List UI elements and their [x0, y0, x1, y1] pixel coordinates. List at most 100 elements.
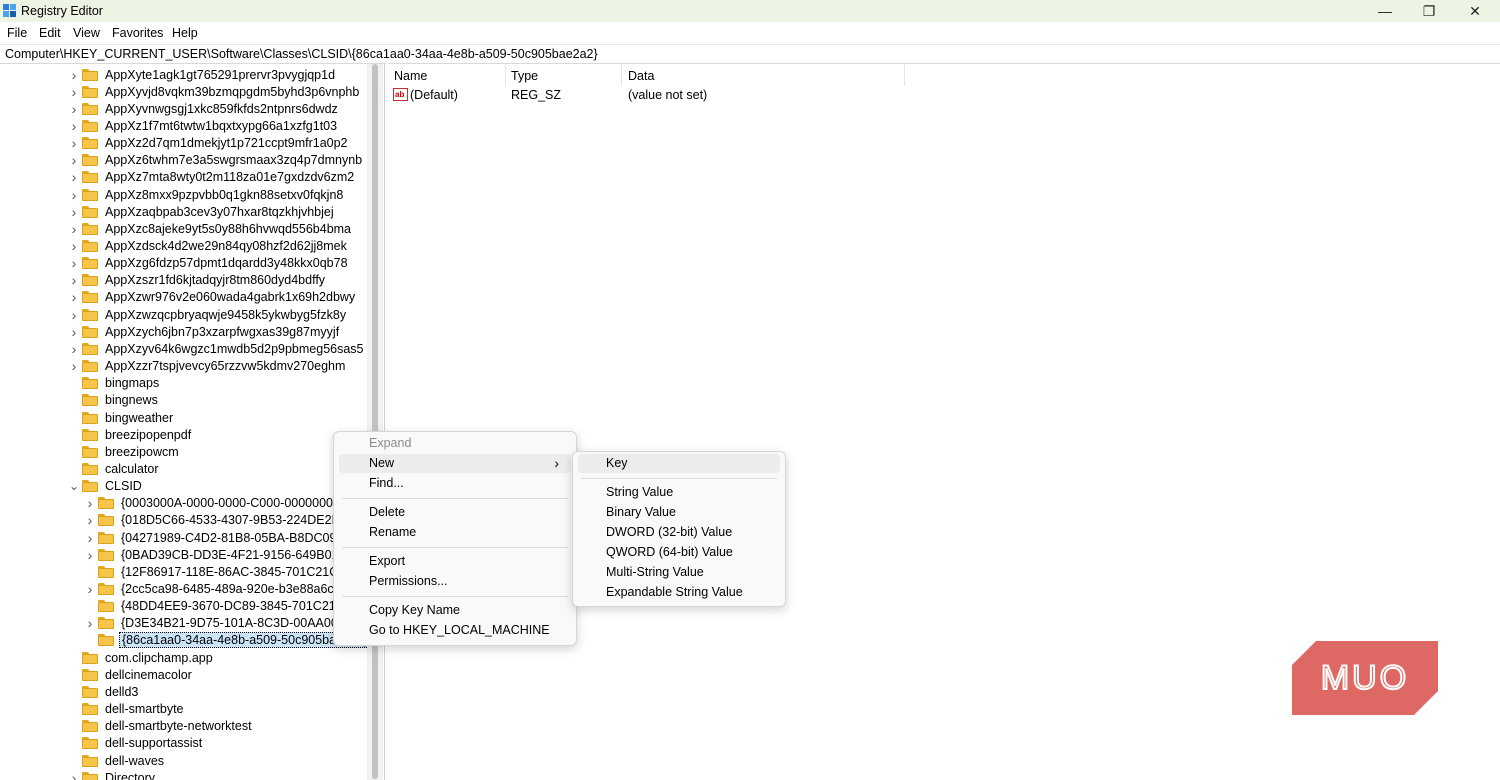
submenu-item-expandable-string-value[interactable]: Expandable String Value — [578, 583, 780, 602]
tree-item[interactable]: dellcinemacolor — [68, 666, 194, 683]
submenu-item-multi-string-value[interactable]: Multi-String Value — [578, 563, 780, 582]
tree-item[interactable]: com.clipchamp.app — [68, 649, 215, 666]
menu-item-find[interactable]: Find... — [339, 474, 571, 493]
chevron-right-icon[interactable]: › — [84, 546, 96, 563]
submenu-item-string-value[interactable]: String Value — [578, 483, 780, 502]
tree-item[interactable]: › AppXz2d7qm1dmekjyt1p721ccpt9mfr1a0p2 — [68, 135, 350, 152]
folder-icon — [82, 308, 98, 321]
tree-scrollbar[interactable] — [367, 64, 383, 780]
chevron-right-icon[interactable]: › — [68, 340, 80, 357]
value-name: (Default) — [410, 88, 458, 102]
menu-edit[interactable]: Edit — [39, 26, 61, 40]
chevron-right-icon[interactable]: › — [68, 66, 80, 83]
column-divider[interactable] — [621, 64, 622, 86]
tree-item[interactable]: › Directory — [68, 769, 157, 780]
tree-item[interactable]: calculator — [68, 460, 161, 477]
tree-scrollbar-thumb[interactable] — [372, 64, 378, 779]
tree-item[interactable]: › AppXzc8ajeke9yt5s0y88h6hvwqd556b4bma — [68, 220, 353, 237]
tree-item[interactable]: › AppXzszr1fd6kjtadqyjr8tm860dyd4bdffy — [68, 272, 327, 289]
tree-item[interactable]: › AppXzyv64k6wgzc1mwdb5d2p9pbmeg56sas5 — [68, 340, 366, 357]
tree-item[interactable]: {86ca1aa0-34aa-4e8b-a509-50c905bae2a2} — [84, 632, 372, 649]
tree-item[interactable]: › AppXz1f7mt6twtw1bqxtxypg66a1xzfg1t03 — [68, 117, 339, 134]
chevron-right-icon[interactable]: › — [68, 100, 80, 117]
chevron-right-icon[interactable]: › — [68, 323, 80, 340]
column-header-type[interactable]: Type — [511, 69, 538, 83]
tree-item[interactable]: bingnews — [68, 392, 160, 409]
tree-item[interactable]: › AppXzzr7tspjvevcy65rzzvw5kdmv270eghm — [68, 358, 347, 375]
column-header-data[interactable]: Data — [628, 69, 654, 83]
menu-favorites[interactable]: Favorites — [112, 26, 163, 40]
chevron-right-icon[interactable]: › — [68, 220, 80, 237]
menu-item-rename[interactable]: Rename — [339, 523, 571, 542]
close-button[interactable]: ✕ — [1452, 0, 1498, 22]
tree-item[interactable]: › AppXzg6fdzp57dpmt1dqardd3y48kkx0qb78 — [68, 255, 350, 272]
chevron-right-icon[interactable]: › — [84, 615, 96, 632]
menu-file[interactable]: File — [7, 26, 27, 40]
column-header-name[interactable]: Name — [394, 69, 427, 83]
tree-item[interactable]: delld3 — [68, 683, 140, 700]
column-divider[interactable] — [904, 64, 905, 86]
menu-item-expand[interactable]: Expand — [339, 434, 571, 453]
menu-item-new[interactable]: New › — [339, 454, 571, 473]
chevron-right-icon[interactable]: › — [68, 358, 80, 375]
chevron-right-icon[interactable]: › — [68, 152, 80, 169]
chevron-right-icon[interactable]: › — [68, 83, 80, 100]
tree-item[interactable]: › AppXyvnwgsgj1xkc859fkfds2ntpnrs6dwdz — [68, 100, 340, 117]
tree-item[interactable]: dell-waves — [68, 752, 166, 769]
chevron-right-icon[interactable]: › — [68, 135, 80, 152]
tree-item[interactable]: › {0003000A-0000-0000-C000-000000000046} — [84, 495, 374, 512]
menu-item-delete[interactable]: Delete — [339, 503, 571, 522]
menu-item-export[interactable]: Export — [339, 552, 571, 571]
tree-item[interactable]: › AppXzwr976v2e060wada4gabrk1x69h2dbwy — [68, 289, 357, 306]
submenu-item-dword-value[interactable]: DWORD (32-bit) Value — [578, 523, 780, 542]
tree-item[interactable]: › AppXz8mxx9pzpvbb0q1gkn88setxv0fqkjn8 — [68, 186, 345, 203]
tree-item[interactable]: › AppXzdsck4d2we29n84qy08hzf2d62jj8mek — [68, 238, 349, 255]
column-divider[interactable] — [505, 64, 506, 86]
chevron-right-icon[interactable]: › — [68, 272, 80, 289]
tree-item[interactable]: bingmaps — [68, 375, 161, 392]
tree-item[interactable]: breezipowcm — [68, 443, 181, 460]
tree-item[interactable]: bingweather — [68, 409, 175, 426]
chevron-right-icon[interactable]: › — [84, 512, 96, 529]
menu-help[interactable]: Help — [172, 26, 198, 40]
menu-item-go-to-hklm[interactable]: Go to HKEY_LOCAL_MACHINE — [339, 621, 571, 640]
submenu-item-key[interactable]: Key — [578, 454, 780, 473]
chevron-right-icon[interactable]: › — [68, 117, 80, 134]
chevron-right-icon[interactable]: › — [84, 495, 96, 512]
tree-item[interactable]: dell-smartbyte-networktest — [68, 718, 254, 735]
chevron-right-icon[interactable]: › — [68, 306, 80, 323]
submenu-item-qword-value[interactable]: QWORD (64-bit) Value — [578, 543, 780, 562]
menu-item-permissions[interactable]: Permissions... — [339, 572, 571, 591]
tree-item[interactable]: › AppXz7mta8wty0t2m118za01e7gxdzdv6zm2 — [68, 169, 356, 186]
address-bar[interactable]: Computer\HKEY_CURRENT_USER\Software\Clas… — [0, 44, 1500, 63]
submenu-item-binary-value[interactable]: Binary Value — [578, 503, 780, 522]
chevron-right-icon[interactable]: › — [84, 581, 96, 598]
tree-item[interactable]: › AppXz6twhm7e3a5swgrsmaax3zq4p7dmnynb — [68, 152, 364, 169]
minimize-icon: — — [1378, 3, 1392, 19]
tree-item[interactable]: › AppXzwzqcpbryaqwje9458k5ykwbyg5fzk8y — [68, 306, 348, 323]
menu-item-copy-key-name[interactable]: Copy Key Name — [339, 601, 571, 620]
chevron-right-icon[interactable]: › — [68, 289, 80, 306]
chevron-right-icon[interactable]: › — [68, 186, 80, 203]
chevron-right-icon[interactable]: › — [84, 529, 96, 546]
tree-item[interactable]: ⌄ CLSID — [68, 478, 144, 495]
menu-view[interactable]: View — [73, 26, 100, 40]
chevron-right-icon[interactable]: › — [68, 203, 80, 220]
tree-item[interactable]: dell-supportassist — [68, 735, 204, 752]
tree-item[interactable]: › AppXyte1agk1gt765291prervr3pvygjqp1d — [68, 66, 337, 83]
key-tree-pane[interactable]: › Directory dell-waves dell-supportassist de… — [0, 63, 385, 780]
tree-item[interactable]: dell-smartbyte — [68, 701, 186, 718]
tree-item-label: AppXyvjd8vqkm39bzmqpgdm5byhd3p6vnphb — [105, 84, 360, 99]
minimize-button[interactable]: — — [1362, 0, 1408, 22]
chevron-right-icon[interactable]: › — [68, 255, 80, 272]
tree-item[interactable]: › AppXzych6jbn7p3xzarpfwgxas39g87myyjf — [68, 323, 341, 340]
chevron-right-icon[interactable]: › — [68, 238, 80, 255]
chevron-right-icon[interactable]: › — [68, 769, 80, 780]
tree-item[interactable]: › {2cc5ca98-6485-489a-920e-b3e88a6ccce3} — [84, 581, 366, 598]
tree-item[interactable]: › AppXzaqbpab3cev3y07hxar8tqzkhjvhbjej — [68, 203, 336, 220]
tree-item[interactable]: breezipopenpdf — [68, 426, 193, 443]
chevron-down-icon[interactable]: ⌄ — [68, 478, 80, 495]
maximize-button[interactable]: ❐ — [1406, 0, 1452, 22]
chevron-right-icon[interactable]: › — [68, 169, 80, 186]
tree-item[interactable]: › AppXyvjd8vqkm39bzmqpgdm5byhd3p6vnphb — [68, 83, 361, 100]
